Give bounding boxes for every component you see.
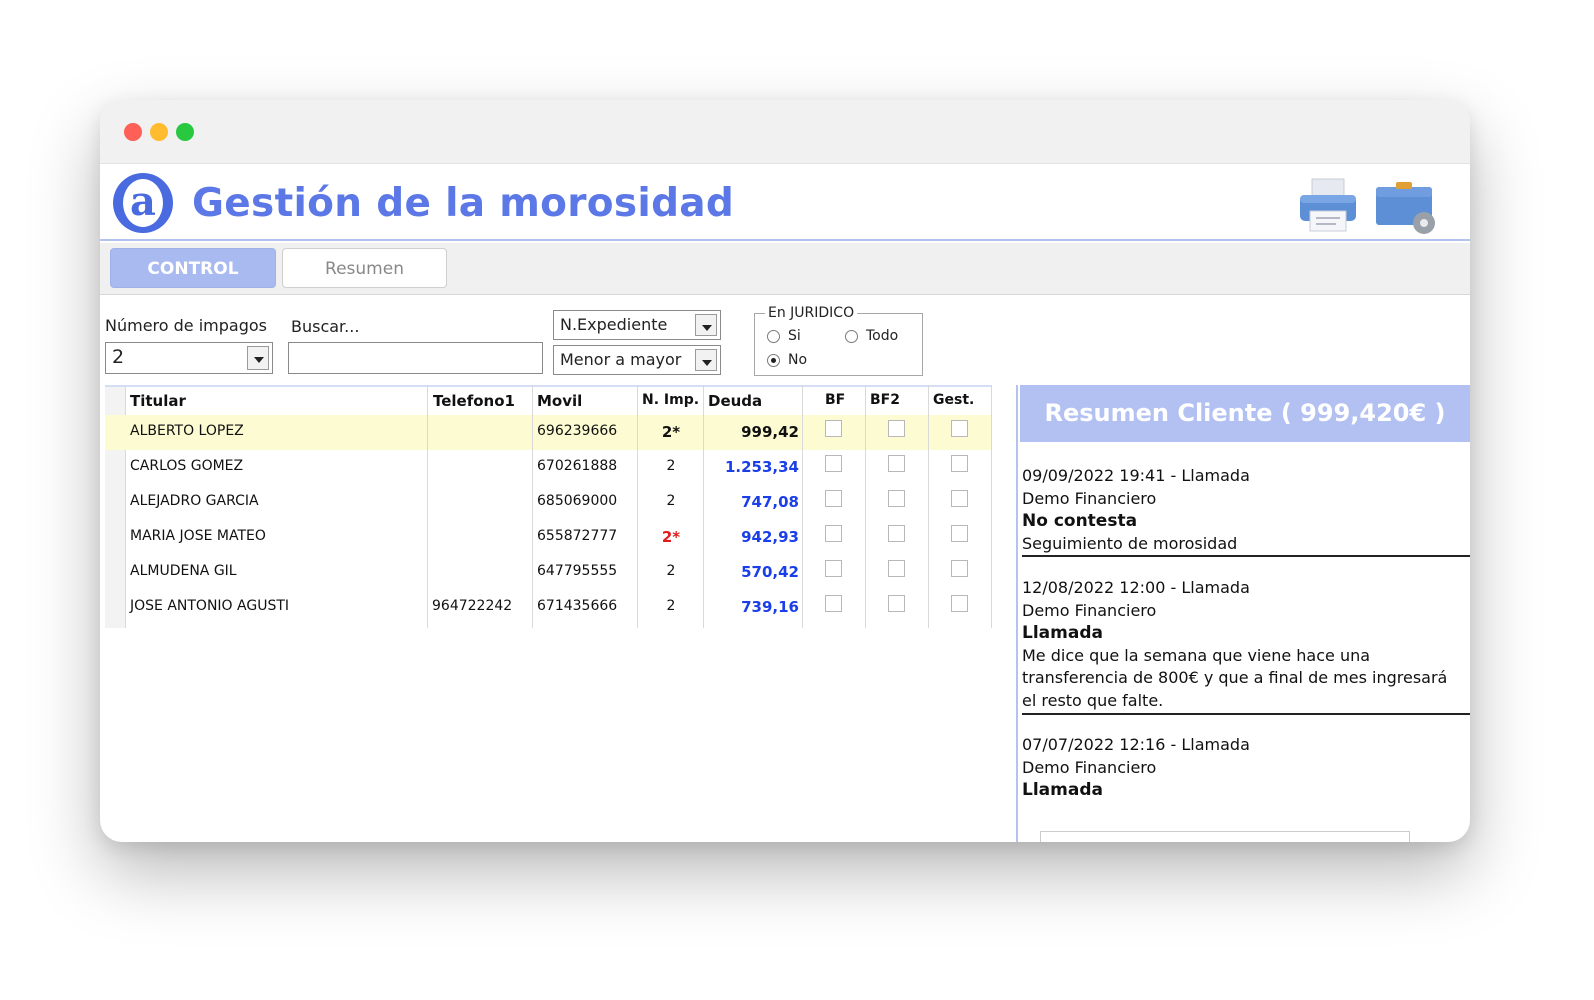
impagos-label: Número de impagos <box>105 316 267 335</box>
filters-panel: Número de impagos 2 Buscar... N.Expedien… <box>100 296 1470 386</box>
gest-checkbox[interactable] <box>951 560 968 577</box>
cell-deuda: 747,08 <box>741 493 799 511</box>
bf-checkbox[interactable] <box>825 420 842 437</box>
history-entry: 09/09/2022 19:41 - Llamada Demo Financie… <box>1022 466 1250 553</box>
tab-resumen[interactable]: Resumen <box>282 248 447 288</box>
printer-icon[interactable] <box>1296 173 1360 237</box>
col-deuda[interactable]: Deuda <box>708 392 762 410</box>
col-telefono1[interactable]: Telefono1 <box>433 392 515 410</box>
table-row[interactable]: ALMUDENA GIL 647795555 2 570,42 <box>105 555 992 590</box>
col-titular[interactable]: Titular <box>130 392 186 410</box>
gest-checkbox[interactable] <box>951 595 968 612</box>
gest-checkbox[interactable] <box>951 490 968 507</box>
app-header: a Gestión de la morosidad <box>100 165 1470 241</box>
col-gest[interactable]: Gest. <box>933 392 974 408</box>
bf2-checkbox[interactable] <box>888 420 905 437</box>
bf-checkbox[interactable] <box>825 560 842 577</box>
cell-telefono1: 964722242 <box>432 598 513 614</box>
title-bar <box>100 100 1470 164</box>
cell-deuda: 1.253,34 <box>724 458 799 476</box>
bf2-checkbox[interactable] <box>888 455 905 472</box>
logo-icon: a <box>113 173 173 233</box>
cell-nimp: 2 <box>666 598 676 614</box>
chevron-down-icon[interactable] <box>247 346 269 370</box>
summary-title: Resumen Cliente ( 999,420€ ) <box>1020 385 1470 442</box>
gest-checkbox[interactable] <box>951 420 968 437</box>
bf-checkbox[interactable] <box>825 490 842 507</box>
juridico-group: En JURIDICO Si Todo No <box>754 305 923 376</box>
sub-table-header <box>1040 831 1410 842</box>
cell-titular: ALBERTO LOPEZ <box>130 423 244 439</box>
entry-divider <box>1022 713 1470 715</box>
cell-movil: 696239666 <box>537 423 618 439</box>
cell-deuda: 942,93 <box>741 528 799 546</box>
history-entry: 07/07/2022 12:16 - Llamada Demo Financie… <box>1022 735 1250 801</box>
table-row[interactable]: ALEJADRO GARCIA 685069000 2 747,08 <box>105 485 992 520</box>
cell-titular: JOSE ANTONIO AGUSTI <box>130 598 290 614</box>
bf-checkbox[interactable] <box>825 595 842 612</box>
cell-nimp: 2 <box>666 563 676 579</box>
impagos-select[interactable]: 2 <box>105 342 273 374</box>
minimize-window-button[interactable] <box>150 123 168 141</box>
bf2-checkbox[interactable] <box>888 490 905 507</box>
entry-divider <box>1022 555 1470 557</box>
bf2-checkbox[interactable] <box>888 560 905 577</box>
cell-deuda: 739,16 <box>741 598 799 616</box>
cell-deuda: 570,42 <box>741 563 799 581</box>
cell-titular: MARIA JOSE MATEO <box>130 528 266 544</box>
page-title: Gestión de la morosidad <box>192 181 735 226</box>
bf-checkbox[interactable] <box>825 455 842 472</box>
tab-bar: CONTROL Resumen <box>100 243 1470 295</box>
table-row[interactable]: JOSE ANTONIO AGUSTI 964722242 671435666 2 73… <box>105 590 992 625</box>
order-field-select[interactable]: N.Expediente <box>553 310 721 340</box>
client-summary-panel: Resumen Cliente ( 999,420€ ) 09/09/2022 … <box>1016 385 1470 842</box>
bf2-checkbox[interactable] <box>888 595 905 612</box>
cell-nimp: 2 <box>666 493 676 509</box>
tab-control[interactable]: CONTROL <box>110 248 276 288</box>
chevron-down-icon[interactable] <box>695 314 717 336</box>
bf2-checkbox[interactable] <box>888 525 905 542</box>
cell-deuda: 999,42 <box>741 423 799 441</box>
cell-nimp: 2 <box>666 458 676 474</box>
col-movil[interactable]: Movil <box>537 392 582 410</box>
table-header: Titular Telefono1 Movil N. Imp. Deuda BF… <box>105 385 992 415</box>
search-input[interactable] <box>288 342 543 374</box>
table-row[interactable]: ALBERTO LOPEZ 696239666 2* 999,42 <box>105 415 992 450</box>
chevron-down-icon[interactable] <box>695 349 717 371</box>
table-row[interactable]: MARIA JOSE MATEO 655872777 2* 942,93 <box>105 520 992 555</box>
buscar-label: Buscar... <box>291 317 360 336</box>
gest-checkbox[interactable] <box>951 525 968 542</box>
cell-titular: ALMUDENA GIL <box>130 563 237 579</box>
cell-nimp: 2* <box>661 528 681 546</box>
cell-titular: ALEJADRO GARCIA <box>130 493 259 509</box>
cell-movil: 655872777 <box>537 528 618 544</box>
cell-titular: CARLOS GOMEZ <box>130 458 244 474</box>
app-window: a Gestión de la morosidad CONTROL Resume… <box>100 100 1470 842</box>
cell-movil: 685069000 <box>537 493 618 509</box>
cell-movil: 647795555 <box>537 563 618 579</box>
bf-checkbox[interactable] <box>825 525 842 542</box>
settings-folder-icon[interactable] <box>1374 173 1438 237</box>
maximize-window-button[interactable] <box>176 123 194 141</box>
gest-checkbox[interactable] <box>951 455 968 472</box>
cell-movil: 670261888 <box>537 458 618 474</box>
cell-nimp: 2* <box>661 423 681 441</box>
history-entry: 12/08/2022 12:00 - Llamada Demo Financie… <box>1022 578 1448 710</box>
table-row[interactable]: CARLOS GOMEZ 670261888 2 1.253,34 <box>105 450 992 485</box>
juridico-legend: En JURIDICO <box>765 305 858 321</box>
order-direction-select[interactable]: Menor a mayor <box>553 345 721 375</box>
col-nimp[interactable]: N. Imp. <box>642 392 699 408</box>
col-bf2[interactable]: BF2 <box>870 392 900 408</box>
debtors-table: Titular Telefono1 Movil N. Imp. Deuda BF… <box>105 385 992 635</box>
col-bf[interactable]: BF <box>825 392 845 408</box>
close-window-button[interactable] <box>124 123 142 141</box>
cell-movil: 671435666 <box>537 598 618 614</box>
